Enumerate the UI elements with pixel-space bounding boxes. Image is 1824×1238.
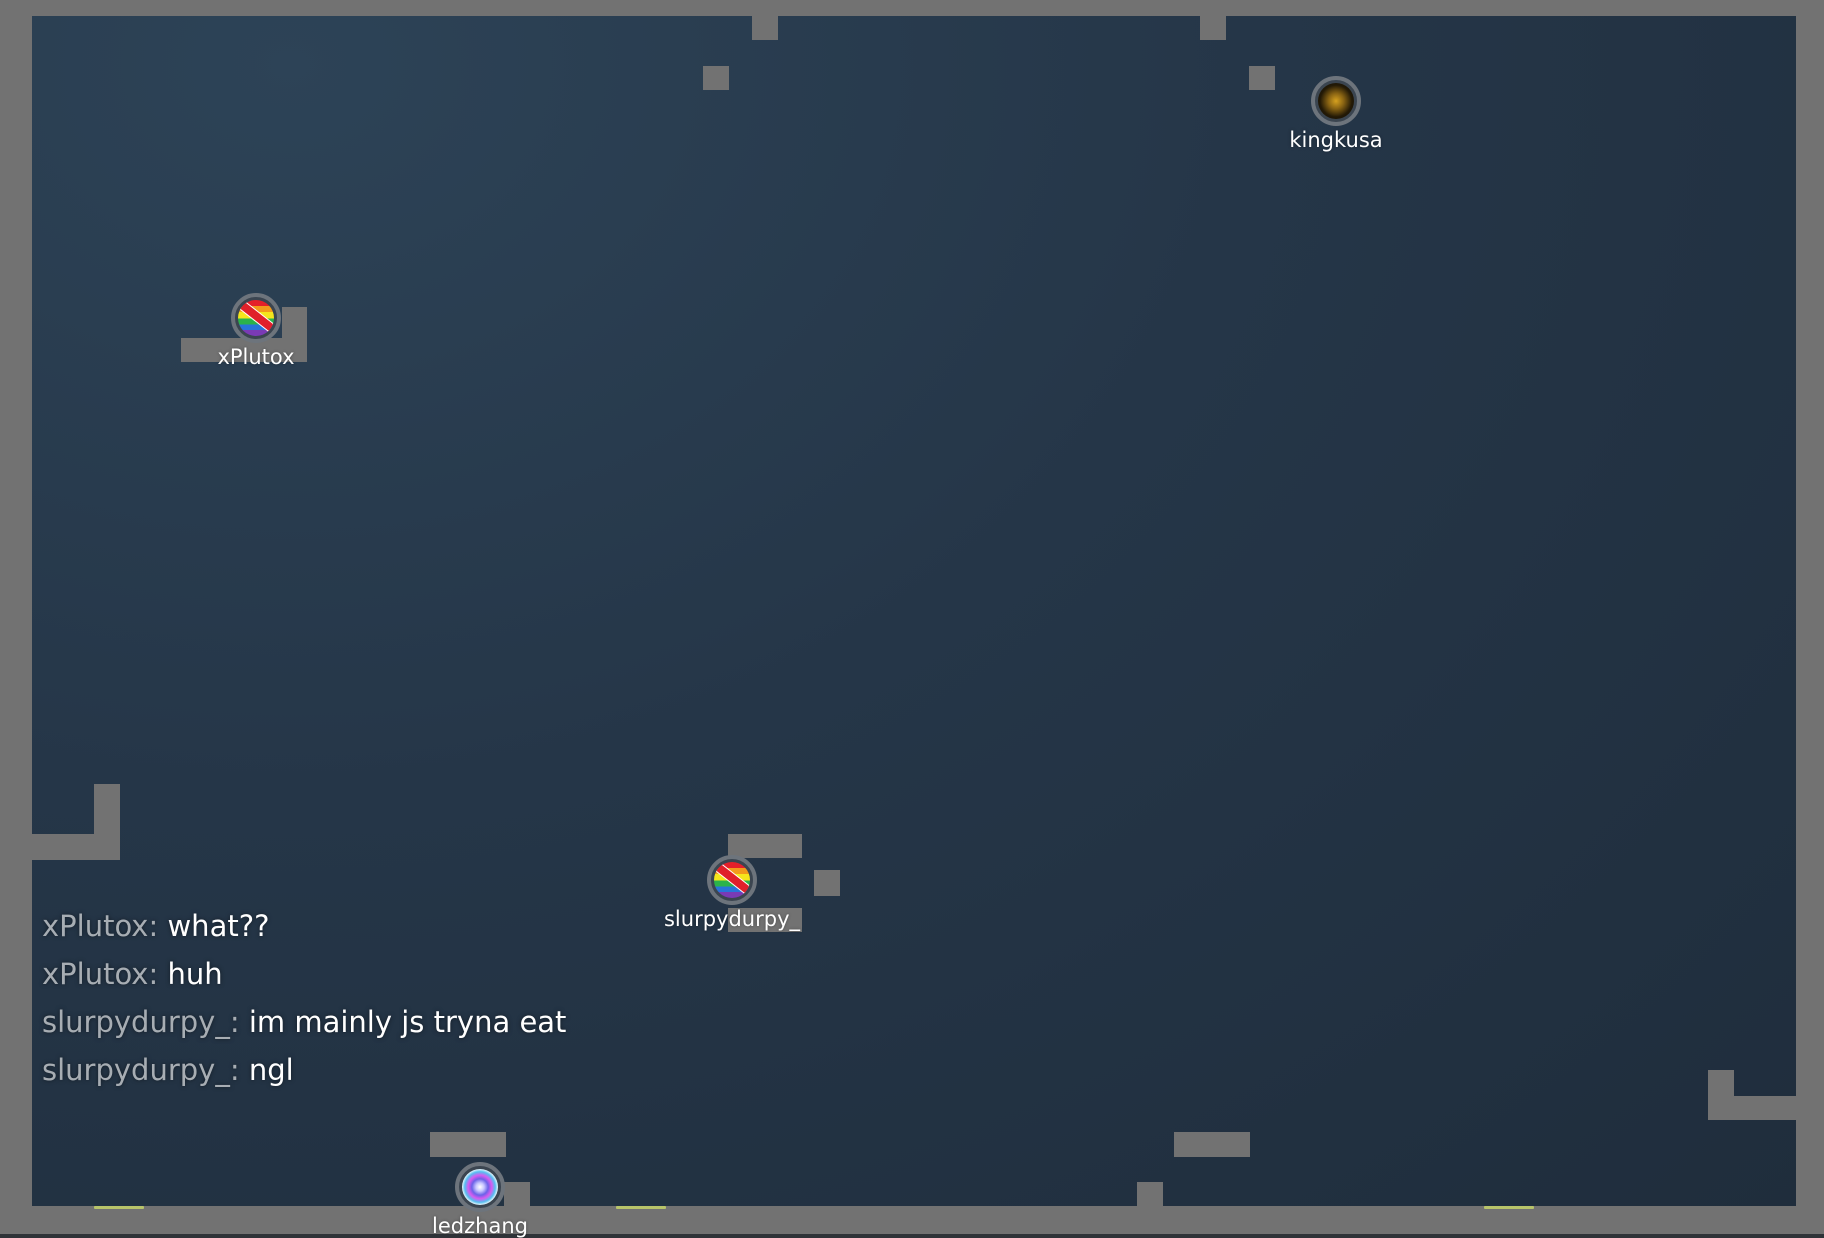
wall-obstacle <box>94 784 120 860</box>
chat-text: huh <box>167 957 223 991</box>
wall-obstacle <box>1174 1132 1250 1157</box>
chat-message: slurpydurpy_: im mainly js tryna eat <box>42 998 722 1046</box>
wall-right <box>1796 0 1824 1234</box>
chat-log: xPlutox: what?? xPlutox: huh slurpydurpy… <box>42 902 722 1094</box>
spawn-pad <box>1484 1206 1534 1209</box>
chat-sender: xPlutox: <box>42 957 159 991</box>
blue-swirl-icon <box>462 1169 498 1205</box>
wall-obstacle <box>430 1132 506 1157</box>
wall-notch <box>752 10 778 40</box>
wall-block <box>703 66 729 90</box>
chat-sender: xPlutox: <box>42 909 159 943</box>
player-avatar <box>707 855 757 905</box>
player-kingkusa: kingkusa <box>1261 76 1411 152</box>
spawn-pad <box>94 1206 144 1209</box>
chat-text: ngl <box>248 1053 294 1087</box>
wall-block <box>814 870 840 896</box>
chat-message: xPlutox: what?? <box>42 902 722 950</box>
chat-text: what?? <box>167 909 270 943</box>
player-ledzhang: ledzhang <box>405 1162 555 1238</box>
gold-orb-icon <box>1318 83 1354 119</box>
player-name: ledzhang <box>432 1214 528 1238</box>
wall-obstacle <box>1708 1096 1812 1120</box>
chat-message: slurpydurpy_: ngl <box>42 1046 722 1094</box>
chat-message: xPlutox: huh <box>42 950 722 998</box>
chat-sender: slurpydurpy_: <box>42 1005 240 1039</box>
spawn-pad <box>616 1206 666 1209</box>
rainbow-prohibited-icon <box>714 862 750 898</box>
player-avatar <box>231 293 281 343</box>
player-avatar <box>455 1162 505 1212</box>
wall-obstacle <box>1137 1182 1163 1212</box>
wall-notch <box>1200 10 1226 40</box>
wall-top <box>0 0 1824 16</box>
wall-left <box>0 0 32 1234</box>
rainbow-prohibited-icon <box>238 300 274 336</box>
game-canvas[interactable]: kingkusa xPlutox slurpydurpy_ ledzhang x… <box>0 0 1824 1238</box>
player-avatar <box>1311 76 1361 126</box>
player-name: kingkusa <box>1289 128 1383 152</box>
player-xplutox: xPlutox <box>181 293 331 369</box>
player-name: xPlutox <box>217 345 295 369</box>
wall-bottom <box>0 1206 1824 1234</box>
chat-sender: slurpydurpy_: <box>42 1053 240 1087</box>
chat-text: im mainly js tryna eat <box>248 1005 567 1039</box>
